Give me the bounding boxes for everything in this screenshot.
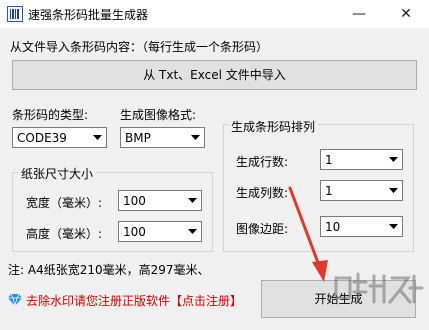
app-window: 速强条形码批量生成器 — ✕ 从文件导入条形码内容：（每行生成一个条形码） 从 … (0, 0, 429, 330)
watermark-logo (334, 272, 424, 304)
